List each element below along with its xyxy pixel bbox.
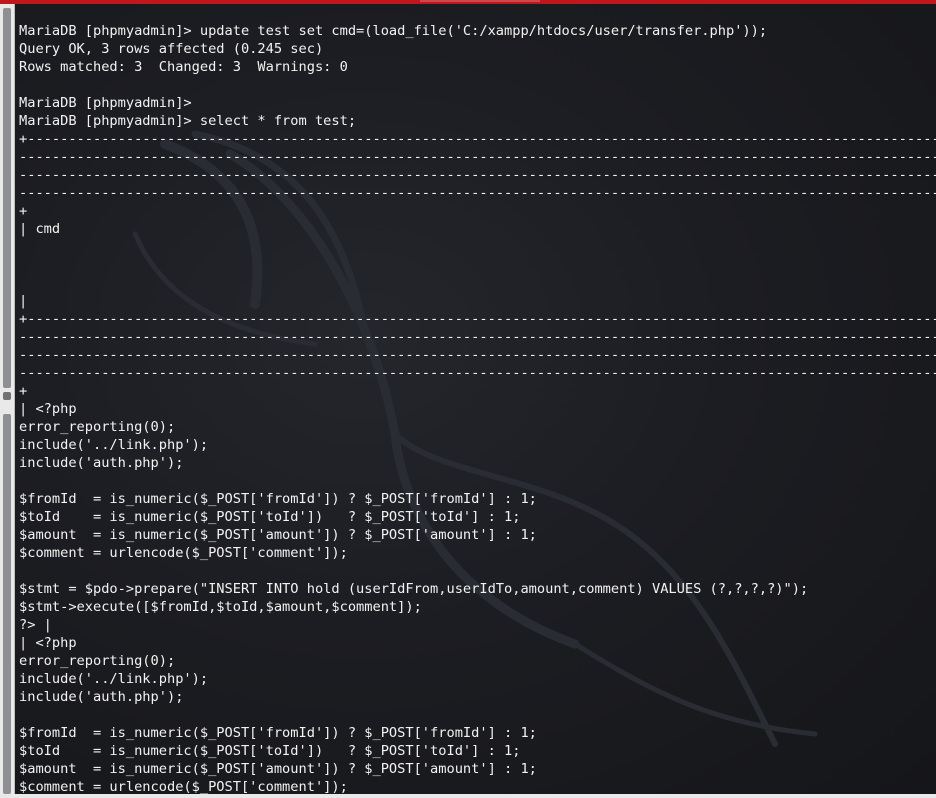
pane-scroll-indicator-top[interactable] xyxy=(3,8,11,388)
terminal-line: include('../link.php'); xyxy=(19,437,209,453)
terminal-line: | cmd xyxy=(19,221,61,237)
terminal-line: $comment = urlencode($_POST['comment']); xyxy=(19,545,348,561)
terminal-line: +---------------------------------------… xyxy=(19,131,936,147)
pane-divider-handle[interactable] xyxy=(3,392,11,400)
terminal-line: $amount = is_numeric($_POST['amount']) ?… xyxy=(19,527,537,543)
terminal-line: Rows matched: 3 Changed: 3 Warnings: 0 xyxy=(19,59,348,75)
terminal-line: ----------------------------------------… xyxy=(19,167,936,183)
terminal-line: ----------------------------------------… xyxy=(19,149,936,165)
terminal-line: ----------------------------------------… xyxy=(19,365,936,381)
terminal-line: $toId = is_numeric($_POST['toId']) ? $_P… xyxy=(19,743,521,759)
terminal-line: $comment = urlencode($_POST['comment']); xyxy=(19,779,348,794)
terminal-output-pane[interactable]: MariaDB [phpmyadmin]> update test set cm… xyxy=(15,4,936,794)
terminal-line: $stmt->execute([$fromId,$toId,$amount,$c… xyxy=(19,599,422,615)
terminal-line: ----------------------------------------… xyxy=(19,185,936,201)
terminal-line: $stmt = $pdo->prepare("INSERT INTO hold … xyxy=(19,581,809,597)
terminal-text[interactable]: MariaDB [phpmyadmin]> update test set cm… xyxy=(19,22,936,794)
terminal-line: $amount = is_numeric($_POST['amount']) ?… xyxy=(19,761,537,777)
terminal-line: Query OK, 3 rows affected (0.245 sec) xyxy=(19,41,324,57)
terminal-line: | xyxy=(19,293,28,309)
terminal-line: | <?php xyxy=(19,635,77,651)
terminal-line: MariaDB [phpmyadmin]> update test set cm… xyxy=(19,23,768,39)
terminal-line: ?> | xyxy=(19,617,52,633)
terminal-line: + xyxy=(19,203,28,219)
title-bar-highlight xyxy=(420,0,540,2)
terminal-window: MariaDB [phpmyadmin]> update test set cm… xyxy=(0,0,936,798)
terminal-line: + xyxy=(19,383,28,399)
terminal-line: error_reporting(0); xyxy=(19,653,176,669)
terminal-line: MariaDB [phpmyadmin]> xyxy=(19,95,192,111)
split-pane-gutter[interactable] xyxy=(0,4,15,794)
terminal-line: ----------------------------------------… xyxy=(19,347,936,363)
terminal-line: $fromId = is_numeric($_POST['fromId']) ?… xyxy=(19,491,537,507)
terminal-line: | <?php xyxy=(19,401,77,417)
window-bottom-border xyxy=(0,794,936,798)
terminal-line: $toId = is_numeric($_POST['toId']) ? $_P… xyxy=(19,509,521,525)
terminal-line: include('auth.php'); xyxy=(19,455,184,471)
terminal-line: ----------------------------------------… xyxy=(19,329,936,345)
terminal-line: $fromId = is_numeric($_POST['fromId']) ?… xyxy=(19,725,537,741)
terminal-line: error_reporting(0); xyxy=(19,419,176,435)
terminal-line: include('auth.php'); xyxy=(19,689,184,705)
terminal-line: include('../link.php'); xyxy=(19,671,209,687)
terminal-line: MariaDB [phpmyadmin]> select * from test… xyxy=(19,113,357,129)
pane-scroll-indicator-bottom[interactable] xyxy=(3,414,11,794)
terminal-line: +---------------------------------------… xyxy=(19,311,936,327)
